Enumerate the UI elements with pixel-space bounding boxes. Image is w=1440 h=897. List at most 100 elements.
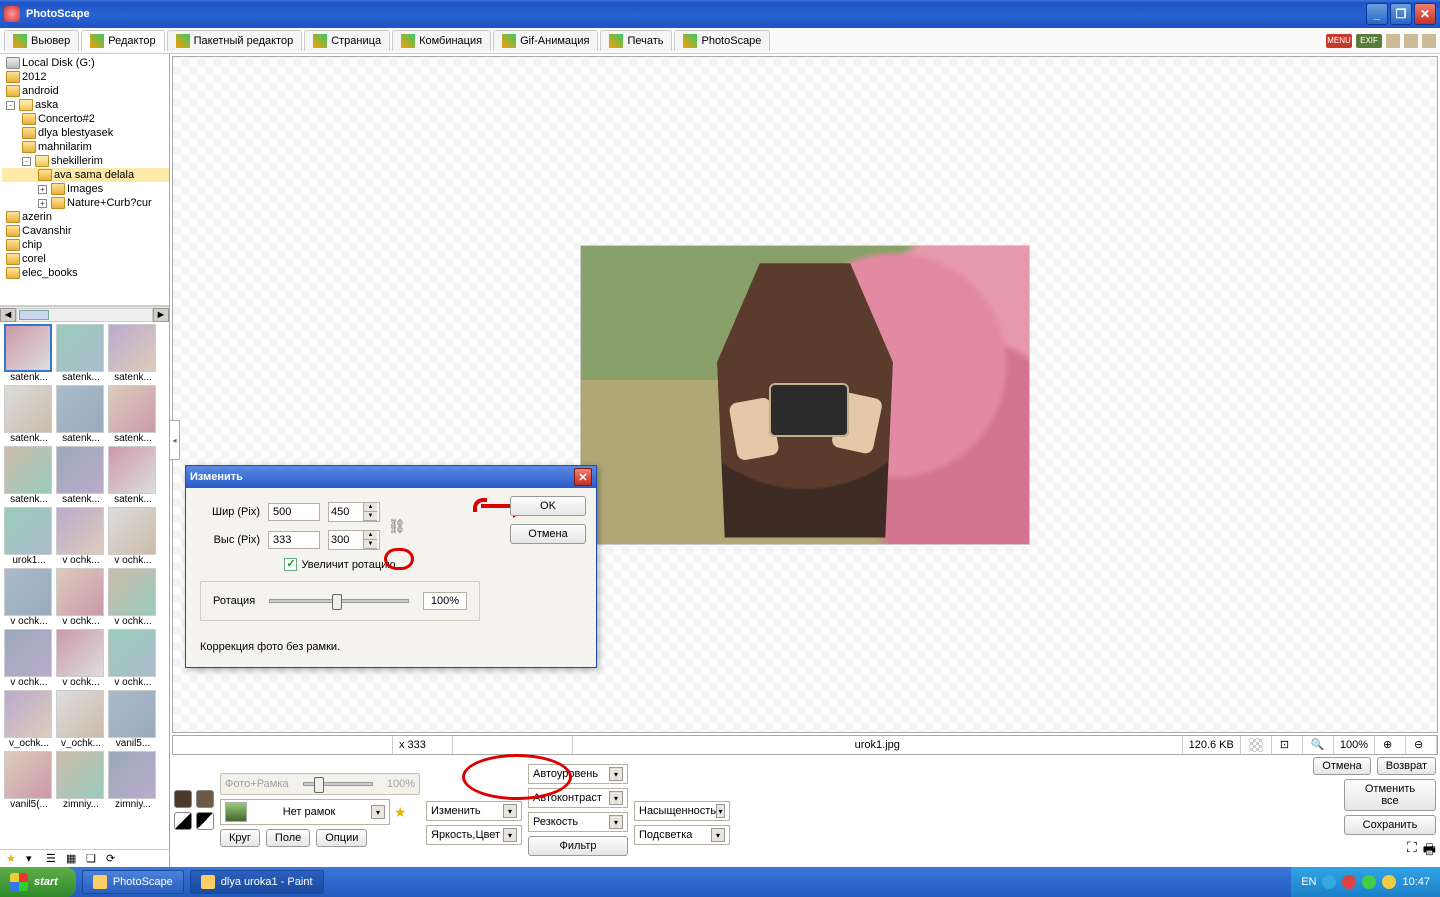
thumbnail[interactable]: zimniy... [108, 751, 158, 810]
list-icon[interactable]: ☰ [46, 852, 60, 866]
wb-swatch[interactable] [196, 812, 214, 830]
tree-hscroll[interactable]: ◄ ► [0, 306, 169, 322]
sharpness-dropdown[interactable]: Резкость ▾ [528, 812, 628, 832]
close-button[interactable]: ✕ [1414, 3, 1436, 25]
tree-item[interactable]: Concerto#2 [2, 112, 169, 126]
thumbnail[interactable]: vanil5(... [4, 751, 54, 810]
thumbnail[interactable]: v ochk... [56, 507, 106, 566]
lang-indicator[interactable]: EN [1301, 876, 1316, 888]
tab-Страница[interactable]: Страница [304, 30, 390, 51]
minimize-button[interactable]: _ [1366, 3, 1388, 25]
expand-icon[interactable]: + [38, 199, 47, 208]
ok-button[interactable]: OK [510, 496, 586, 516]
start-button[interactable]: start [0, 867, 76, 897]
thumbnail[interactable]: v ochk... [4, 629, 54, 688]
thumbnail[interactable]: v ochk... [108, 507, 158, 566]
tree-item[interactable]: +Nature+Curb?cur [2, 196, 169, 210]
tree-item[interactable]: azerin [2, 210, 169, 224]
saturation-dropdown[interactable]: Насыщенность ▾ [634, 801, 730, 821]
enlarge-checkbox[interactable]: ✓ [284, 558, 297, 571]
tray-icon[interactable] [1342, 875, 1356, 889]
tab-Вьювер[interactable]: Вьювер [4, 30, 79, 51]
tray-icon[interactable] [1362, 875, 1376, 889]
tool-icon[interactable] [1386, 34, 1400, 48]
zoom-out-icon[interactable]: ⊖ [1414, 738, 1428, 752]
filter-button[interactable]: Фильтр [528, 836, 628, 856]
sidebar-collapse-handle[interactable]: ◂ [170, 420, 180, 460]
tab-Редактор[interactable]: Редактор [81, 30, 164, 51]
tool-icon[interactable] [1404, 34, 1418, 48]
tree-item[interactable]: dlya blestyasek [2, 126, 169, 140]
scroll-right-button[interactable]: ► [153, 308, 169, 322]
spin-up-icon[interactable]: ▲ [363, 503, 377, 512]
expand-icon[interactable]: + [38, 185, 47, 194]
tab-PhotoScape[interactable]: PhotoScape [674, 30, 770, 51]
thumbnail[interactable]: v ochk... [4, 568, 54, 627]
tree-item[interactable]: -shekillerim [2, 154, 169, 168]
rotation-percent[interactable]: 100% [423, 592, 467, 610]
star-icon[interactable]: ★ [6, 852, 20, 866]
tray-icon[interactable] [1382, 875, 1396, 889]
tree-item[interactable]: corel [2, 252, 169, 266]
bw-swatch[interactable] [174, 812, 192, 830]
system-tray[interactable]: EN 10:47 [1291, 867, 1440, 897]
maximize-button[interactable]: ❐ [1390, 3, 1412, 25]
thumbnail[interactable]: satenk... [108, 446, 158, 505]
tree-item[interactable]: android [2, 84, 169, 98]
thumbnail[interactable]: satenk... [56, 446, 106, 505]
cancel-button[interactable]: Отмена [510, 524, 586, 544]
page-icon[interactable]: ❏ [86, 852, 100, 866]
down-icon[interactable]: ▾ [26, 852, 40, 866]
star-icon[interactable]: ★ [394, 804, 407, 821]
tab-Gif-Анимация[interactable]: Gif-Анимация [493, 30, 598, 51]
thumbnail[interactable]: v ochk... [108, 568, 158, 627]
tab-Комбинация[interactable]: Комбинация [392, 30, 491, 51]
rotation-slider[interactable] [269, 599, 409, 603]
save-button[interactable]: Сохранить [1344, 815, 1436, 835]
thumbnail[interactable]: satenk... [4, 385, 54, 444]
grid-icon[interactable]: ▦ [66, 852, 80, 866]
dialog-titlebar[interactable]: Изменить ✕ [186, 466, 596, 488]
redo-button[interactable]: Возврат [1377, 757, 1436, 775]
thumbnail[interactable]: v ochk... [108, 629, 158, 688]
taskbar-item[interactable]: PhotoScape [82, 870, 184, 894]
thumbnail[interactable]: zimniy... [56, 751, 106, 810]
brown-swatch[interactable] [196, 790, 214, 808]
scroll-thumb[interactable] [19, 310, 49, 320]
brightness-dropdown[interactable]: Яркость,Цвет ▾ [426, 825, 522, 845]
backlight-dropdown[interactable]: Подсветка ▾ [634, 825, 730, 845]
fit-icon[interactable]: ⊡ [1280, 738, 1294, 752]
fullscreen-icon[interactable]: ⛶ [1407, 839, 1417, 863]
width-new-field[interactable] [329, 504, 363, 520]
thumbnail[interactable]: v_ochk... [4, 690, 54, 749]
undo-button[interactable]: Отмена [1313, 757, 1370, 775]
thumbnail[interactable]: vanil5... [108, 690, 158, 749]
spin-up-icon[interactable]: ▲ [363, 531, 377, 540]
dark-swatch[interactable] [174, 790, 192, 808]
tree-item[interactable]: chip [2, 238, 169, 252]
zoom-in-icon[interactable]: ⊕ [1383, 738, 1397, 752]
tree-item[interactable]: mahnilarim [2, 140, 169, 154]
thumbnail[interactable]: v_ochk... [56, 690, 106, 749]
dialog-close-button[interactable]: ✕ [574, 468, 592, 486]
resize-dropdown[interactable]: Изменить ▾ [426, 801, 522, 821]
scroll-left-button[interactable]: ◄ [0, 308, 16, 322]
thumbnail[interactable]: satenk... [56, 324, 106, 383]
undo-all-button[interactable]: Отменить все [1344, 779, 1436, 811]
thumbnail-grid[interactable]: satenk...satenk...satenk...satenk...sate… [0, 322, 169, 849]
folder-tree[interactable]: Local Disk (G:)2012android-askaConcerto#… [0, 54, 169, 306]
tree-item[interactable]: Local Disk (G:) [2, 56, 169, 70]
spin-down-icon[interactable]: ▼ [363, 540, 377, 549]
tray-icon[interactable] [1322, 875, 1336, 889]
tree-item[interactable]: 2012 [2, 70, 169, 84]
taskbar-item[interactable]: dlya uroka1 - Paint [190, 870, 324, 894]
tree-item[interactable]: -aska [2, 98, 169, 112]
thumbnail[interactable]: v ochk... [56, 568, 106, 627]
zoom-icon[interactable]: 🔍 [1311, 738, 1325, 752]
tool-icon[interactable] [1422, 34, 1436, 48]
thumbnail[interactable]: satenk... [4, 324, 54, 383]
thumbnail[interactable]: satenk... [4, 446, 54, 505]
spin-down-icon[interactable]: ▼ [363, 512, 377, 521]
exif-badge[interactable]: EXIF [1356, 34, 1382, 48]
expand-icon[interactable]: - [6, 101, 15, 110]
